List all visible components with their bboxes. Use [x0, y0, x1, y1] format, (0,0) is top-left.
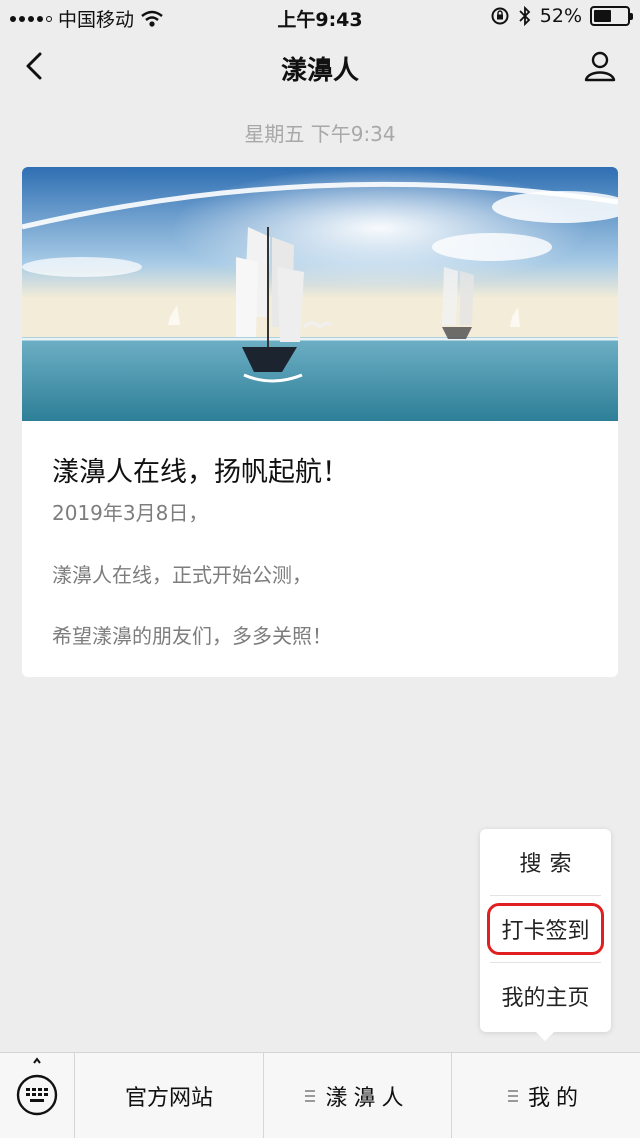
battery-icon	[590, 6, 633, 26]
user-icon[interactable]	[582, 48, 618, 84]
article-date: 2019年3月8日，	[52, 501, 209, 525]
keyboard-toggle-button[interactable]	[0, 1053, 75, 1138]
menu-label: 漾濞人	[325, 1086, 410, 1111]
keyboard-icon	[16, 1057, 58, 1116]
article-summary-line: 漾濞人在线，正式开始公测，	[52, 563, 312, 587]
bluetooth-icon	[519, 6, 531, 26]
article-card[interactable]: 漾濞人在线，扬帆起航！ 2019年3月8日， 漾濞人在线，正式开始公测， 希望漾…	[22, 167, 618, 677]
article-title: 漾濞人在线，扬帆起航！	[52, 457, 349, 488]
battery-percent: 52%	[539, 5, 582, 27]
menu-label: 官方网站	[124, 1086, 213, 1111]
highlight-annotation	[487, 903, 604, 955]
submenu-indicator-icon	[507, 1090, 518, 1102]
submenu-popup: 搜索 打卡签到 我的主页	[480, 829, 611, 1041]
bottom-menu-bar: 官方网站 漾濞人 我的	[0, 1052, 640, 1138]
submenu-item-search[interactable]: 搜索	[480, 829, 611, 895]
article-cover-image	[22, 167, 618, 421]
nav-bar: 漾濞人	[0, 36, 640, 98]
article-summary-line: 希望漾濞的朋友们，多多关照！	[52, 624, 332, 648]
menu-official-website[interactable]: 官方网站	[75, 1053, 264, 1138]
status-right: 52%	[490, 5, 633, 27]
chevron-left-icon[interactable]	[18, 48, 54, 84]
status-bar: 中国移动 上午9:43 52%	[0, 0, 640, 36]
battery-fill	[594, 10, 611, 22]
menu-yangbi-people[interactable]: 漾濞人	[264, 1053, 452, 1138]
submenu-item-checkin[interactable]: 打卡签到	[480, 896, 611, 962]
submenu-indicator-icon	[305, 1090, 316, 1102]
menu-mine[interactable]: 我的	[452, 1053, 640, 1138]
menu-label: 我的	[527, 1086, 584, 1111]
submenu-item-my-homepage[interactable]: 我的主页	[480, 963, 611, 1029]
lock-rotation-icon	[491, 7, 509, 25]
message-timestamp: 星期五 下午9:34	[244, 122, 396, 146]
page-title: 漾濞人	[280, 56, 359, 86]
